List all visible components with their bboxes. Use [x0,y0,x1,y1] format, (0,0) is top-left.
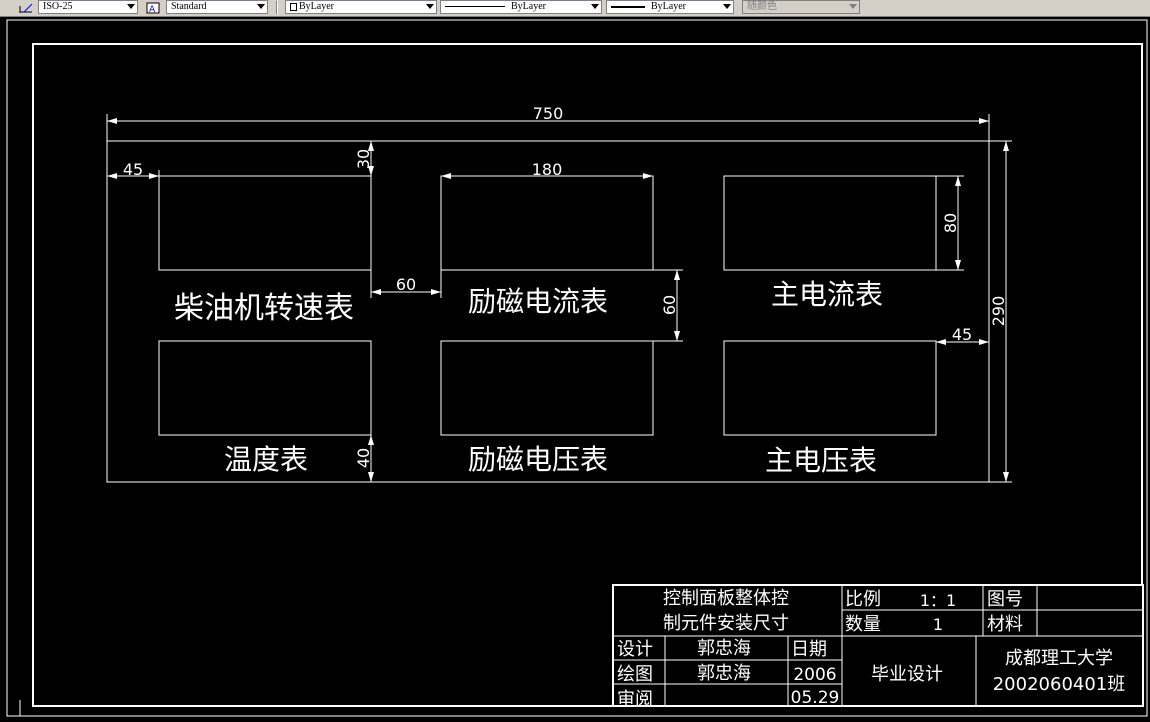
plot-style-select[interactable]: 随颜色 [742,0,860,14]
toolbar-separator [276,1,278,14]
label-main-current-meter: 主电流表 [771,278,883,311]
date-label: 日期 [791,639,827,660]
dimension-style-icon[interactable] [18,0,34,14]
layer-color-select[interactable]: ByLayer [285,0,437,14]
meter-cutout [158,175,372,271]
chevron-down-icon [849,4,857,9]
label-excitation-voltage-meter: 励磁电压表 [468,443,608,476]
plot-style-value: 随颜色 [747,1,777,12]
quantity-label: 数量 [845,614,881,635]
material-label: 材料 [987,614,1023,635]
label-main-voltage-meter: 主电压表 [765,444,877,477]
drawing-number-label: 图号 [987,589,1023,610]
class-name: 2002060401班 [993,674,1126,695]
quantity-value: 1 [933,615,943,634]
dimension-style-select[interactable]: ISO-25 [38,0,138,14]
meter-cutout [723,340,937,436]
title-block: 控制面板整体控 制元件安装尺寸 比例 1：1 图号 数量 1 材料 设计 郭忠海… [612,584,1144,710]
dimension-style-value: ISO-25 [43,1,73,12]
dim-text-right-margin: 45 [952,325,972,344]
label-temperature-meter: 温度表 [224,443,308,476]
dim-text-meter-width: 180 [532,160,563,179]
text-style-value: Standard [171,1,207,12]
label-excitation-current-meter: 励磁电流表 [468,285,608,318]
dim-text-top-margin: 30 [354,149,373,169]
meter-cutout [158,340,372,436]
layer-color-value: ByLayer [299,1,334,12]
lineweight-select[interactable]: ByLayer [606,0,734,14]
designer-name: 郭忠海 [697,638,751,659]
properties-toolbar: ISO-25 A Standard ByLayer ByLayer ByLaye… [0,0,1150,17]
svg-text:A: A [149,5,156,15]
scale-label: 比例 [845,589,881,610]
linetype-select[interactable]: ByLayer [440,0,602,14]
meter-cutout [440,340,654,436]
meter-cutout [723,175,937,271]
dim-text-vertical-gap: 60 [660,295,679,315]
school-name: 成都理工大学 [1005,648,1113,669]
linetype-value: ByLayer [511,1,546,12]
chevron-down-icon [426,4,434,9]
dim-text-meter-height: 80 [941,213,960,233]
meter-cutout [440,175,654,271]
chevron-down-icon [257,4,265,9]
design-label: 设计 [617,639,653,660]
text-style-select[interactable]: Standard [166,0,268,14]
linetype-preview-icon [445,6,505,8]
chevron-down-icon [723,4,731,9]
date-month-day: 05.29 [791,688,840,708]
dim-text-horizontal-gap: 60 [396,275,416,294]
chevron-down-icon [127,4,135,9]
date-year: 2006 [793,665,836,685]
text-style-icon[interactable]: A [145,0,161,15]
drawing-title-line2: 制元件安装尺寸 [663,613,789,634]
chevron-down-icon [591,4,599,9]
review-label: 审阅 [617,689,653,710]
dim-text-bottom-margin: 40 [354,448,373,468]
project-name: 毕业设计 [871,664,943,685]
drawing-title-line1: 控制面板整体控 [663,588,789,609]
scale-value: 1：1 [920,591,956,610]
label-diesel-rpm-meter: 柴油机转速表 [174,291,354,326]
dim-text-overall-width: 750 [533,104,564,123]
dim-text-left-margin: 45 [123,160,143,179]
meter-labels: 柴油机转速表 励磁电流表 主电流表 温度表 励磁电压表 主电压表 [174,278,883,477]
draw-label: 绘图 [617,664,653,685]
lineweight-value: ByLayer [651,1,686,12]
lineweight-preview-icon [611,5,645,8]
color-swatch-icon [290,2,297,11]
drawing-canvas[interactable]: 750 45 30 180 80 60 60 290 45 40 柴油机转速表 … [0,17,1150,718]
drafter-name: 郭忠海 [697,663,751,684]
dim-text-overall-height: 290 [989,296,1008,327]
